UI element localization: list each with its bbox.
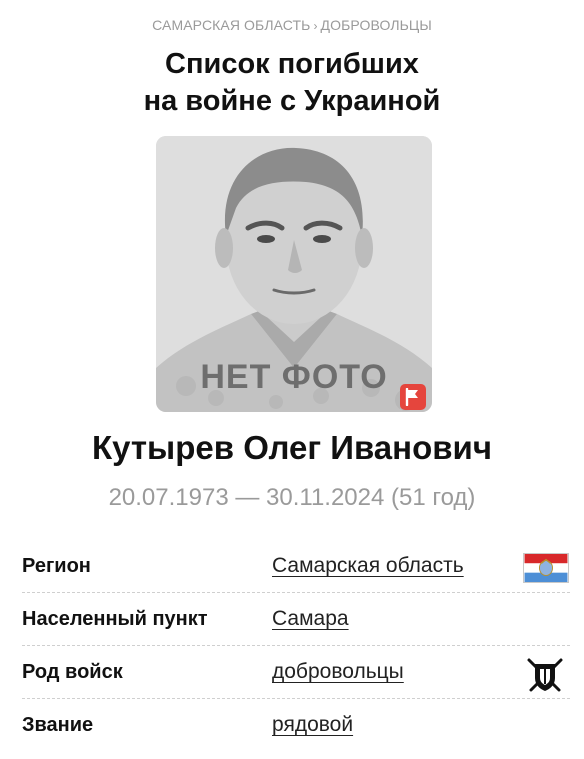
flag-icon — [405, 388, 418, 406]
person-details: Регион Самарская область Населенный пунк… — [22, 540, 570, 751]
detail-label: Регион — [22, 555, 91, 577]
person-photo-placeholder: НЕТ ФОТО — [156, 136, 432, 412]
breadcrumb-category-link[interactable]: ДОБРОВОЛЬЦЫ — [321, 17, 432, 33]
detail-label: Звание — [22, 714, 94, 736]
troops-link[interactable]: добровольцы — [272, 660, 404, 684]
breadcrumb-separator: › — [313, 19, 318, 33]
page-title-line-2: на войне с Украиной — [143, 85, 441, 117]
settlement-link[interactable]: Самара — [272, 607, 349, 631]
rank-link[interactable]: рядовой — [272, 713, 353, 737]
breadcrumb: САМАРСКАЯ ОБЛАСТЬ › ДОБРОВОЛЬЦЫ — [0, 17, 584, 33]
volunteers-emblem-icon — [527, 658, 563, 692]
detail-row-region: Регион Самарская область — [22, 540, 570, 593]
report-flag-button[interactable] — [400, 384, 426, 410]
detail-label: Населенный пункт — [22, 608, 208, 630]
detail-row-troops: Род войск добровольцы — [22, 646, 570, 699]
page-title: Список погибших на войне с Украиной — [0, 46, 584, 120]
page-title-line-1: Список погибших — [165, 48, 419, 80]
person-name: Кутырев Олег Иванович — [92, 429, 492, 466]
no-photo-label: НЕТ ФОТО — [200, 358, 388, 396]
region-flag-icon — [523, 553, 569, 583]
breadcrumb-region-link[interactable]: САМАРСКАЯ ОБЛАСТЬ — [152, 17, 310, 33]
detail-row-rank: Звание рядовой — [22, 699, 570, 751]
detail-row-settlement: Населенный пункт Самара — [22, 593, 570, 646]
detail-label: Род войск — [22, 661, 123, 683]
region-link[interactable]: Самарская область — [272, 554, 464, 578]
life-dates: 20.07.1973 — 30.11.2024 (51 год) — [108, 484, 476, 511]
